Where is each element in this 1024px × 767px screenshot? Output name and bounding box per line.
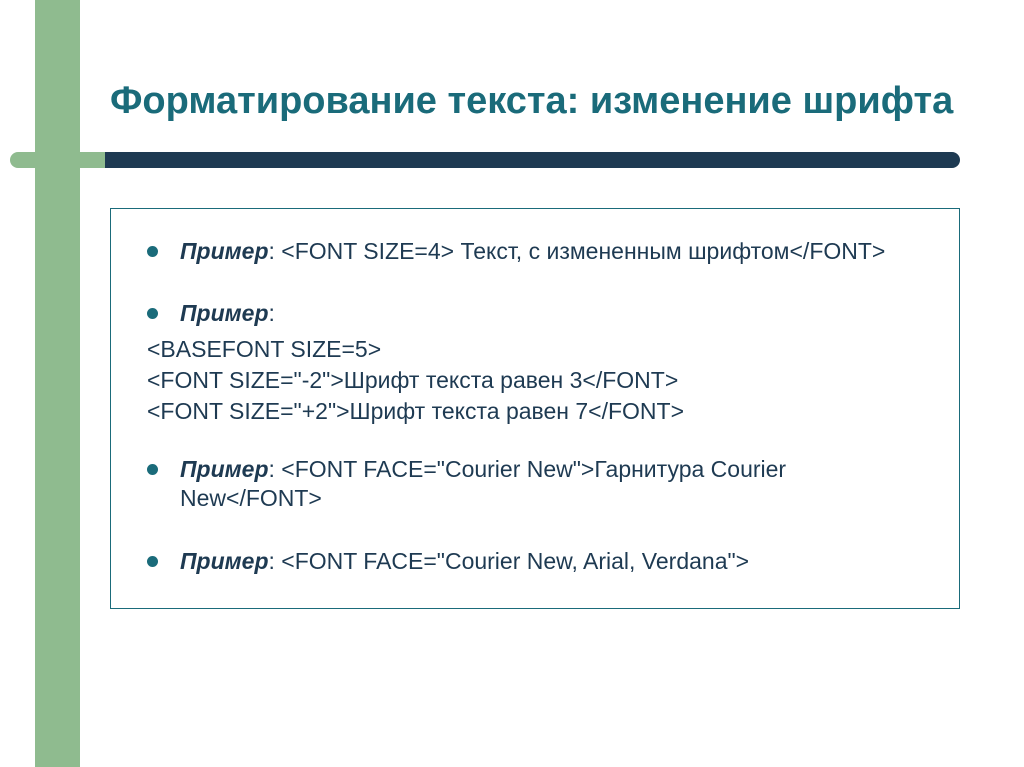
example-text: : <FONT FACE="Courier New, Arial, Verdan… [269,548,750,574]
bullet-icon [147,556,158,567]
example-2: Пример: [180,299,923,328]
slide-content: Форматирование текста: изменение шрифта … [110,80,960,609]
title-divider [0,152,980,168]
example-text: : <FONT SIZE=4> Текст, с измененным шриф… [269,238,886,264]
left-accent-bar [35,0,80,767]
code-line: <FONT SIZE="-2">Шрифт текста равен 3</FO… [147,365,923,396]
list-item: Пример: <FONT FACE="Courier New, Arial, … [147,547,923,576]
list-item: Пример: <FONT FACE="Courier New">Гарниту… [147,455,923,513]
example-4: Пример: <FONT FACE="Courier New, Arial, … [180,547,923,576]
example-text: : <FONT FACE="Courier New">Гарнитура Cou… [180,456,786,511]
list-item: Пример: [147,299,923,328]
code-line: <FONT SIZE="+2">Шрифт текста равен 7</FO… [147,396,923,427]
bullet-icon [147,464,158,475]
example-colon: : [269,300,275,326]
example-label: Пример [180,548,269,574]
content-box: Пример: <FONT SIZE=4> Текст, с измененны… [110,208,960,609]
example-label: Пример [180,456,269,482]
example-label: Пример [180,238,269,264]
example-3: Пример: <FONT FACE="Courier New">Гарниту… [180,455,923,513]
list-item: Пример: <FONT SIZE=4> Текст, с измененны… [147,237,923,266]
code-line: <BASEFONT SIZE=5> [147,334,923,365]
divider-bar [105,152,960,168]
example-1: Пример: <FONT SIZE=4> Текст, с измененны… [180,237,923,266]
bullet-icon [147,246,158,257]
bullet-icon [147,308,158,319]
example-label: Пример [180,300,269,326]
page-title: Форматирование текста: изменение шрифта [110,80,960,124]
